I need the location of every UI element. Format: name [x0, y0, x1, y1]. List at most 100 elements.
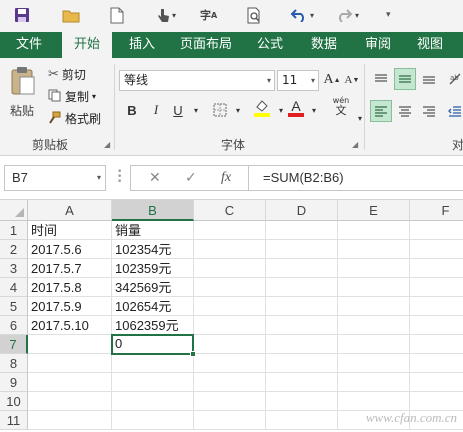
cell-c2[interactable] [194, 240, 266, 259]
cell-d2[interactable] [266, 240, 338, 259]
new-file-icon[interactable] [110, 4, 124, 26]
chevron-down-icon[interactable]: ▾ [186, 100, 206, 120]
cell-e3[interactable] [338, 259, 410, 278]
cell-a9[interactable] [28, 373, 112, 392]
bold-button[interactable]: B [122, 100, 142, 120]
cell-d5[interactable] [266, 297, 338, 316]
cell-b9[interactable] [112, 373, 194, 392]
cell-d8[interactable] [266, 354, 338, 373]
cell-d4[interactable] [266, 278, 338, 297]
column-header-c[interactable]: C [194, 200, 266, 221]
cell-c8[interactable] [194, 354, 266, 373]
spelling-icon[interactable]: 字A [200, 4, 217, 26]
tab-home[interactable]: 开始 [62, 32, 112, 58]
tab-page-layout[interactable]: 页面布局 [174, 32, 238, 58]
align-middle-icon[interactable] [394, 68, 416, 90]
insert-function-icon[interactable]: fx [221, 166, 231, 190]
cell-a4[interactable]: 2017.5.8 [28, 278, 112, 297]
column-header-d[interactable]: D [266, 200, 338, 221]
increase-font-icon[interactable]: A ▲ [322, 70, 342, 90]
cell-f5[interactable] [410, 297, 463, 316]
cell-c6[interactable] [194, 316, 266, 335]
column-header-b[interactable]: B [112, 200, 194, 221]
row-header-2[interactable]: 2 [0, 240, 28, 259]
cell-d7[interactable] [266, 335, 338, 354]
column-header-f[interactable]: F [410, 200, 463, 221]
cell-b4[interactable]: 342569元 [112, 278, 194, 297]
enter-icon[interactable]: ✓ [185, 166, 197, 190]
cell-e1[interactable] [338, 221, 410, 240]
name-box[interactable]: B7 ▾ [4, 165, 106, 191]
cell-c7[interactable] [194, 335, 266, 354]
chevron-down-icon[interactable]: ▾ [350, 108, 370, 128]
cell-f1[interactable] [410, 221, 463, 240]
align-center-icon[interactable] [394, 100, 416, 122]
cell-d9[interactable] [266, 373, 338, 392]
row-header-1[interactable]: 1 [0, 221, 28, 240]
cell-d10[interactable] [266, 392, 338, 411]
resize-handle[interactable]: • • • [117, 168, 122, 187]
cell-b1[interactable]: 销量 [112, 221, 194, 240]
cell-d11[interactable] [266, 411, 338, 430]
cell-b7[interactable]: 0 [111, 334, 194, 355]
cell-c1[interactable] [194, 221, 266, 240]
cell-e10[interactable] [338, 392, 410, 411]
cell-f7[interactable] [410, 335, 463, 354]
undo-icon[interactable]: ▾ [290, 4, 314, 26]
font-color-icon[interactable]: A [286, 98, 306, 118]
text-direction-icon[interactable]: ab [444, 68, 463, 90]
decrease-font-icon[interactable]: A ▼ [342, 70, 362, 90]
align-left-icon[interactable] [370, 100, 392, 122]
italic-button[interactable]: I [146, 100, 166, 120]
fill-handle[interactable] [190, 351, 196, 357]
cell-c5[interactable] [194, 297, 266, 316]
dialog-launcher-icon[interactable]: ◢ [352, 140, 358, 149]
align-right-icon[interactable] [418, 100, 440, 122]
cell-b8[interactable] [112, 354, 194, 373]
cell-e8[interactable] [338, 354, 410, 373]
cancel-icon[interactable]: ✕ [149, 166, 161, 190]
cell-a1[interactable]: 时间 [28, 221, 112, 240]
decrease-indent-icon[interactable] [444, 100, 463, 122]
copy-button[interactable]: 复制 ▾ [48, 88, 96, 105]
row-header-5[interactable]: 5 [0, 297, 28, 316]
column-header-a[interactable]: A [28, 200, 112, 221]
cell-a6[interactable]: 2017.5.10 [28, 316, 112, 335]
cell-a7[interactable] [28, 335, 112, 354]
cell-c11[interactable] [194, 411, 266, 430]
customize-icon[interactable]: ▾ [386, 4, 391, 26]
underline-button[interactable]: U [168, 100, 188, 120]
align-bottom-icon[interactable] [418, 68, 440, 90]
tab-formulas[interactable]: 公式 [248, 32, 292, 58]
font-size-select[interactable]: 11 ▾ [277, 70, 319, 91]
cell-f8[interactable] [410, 354, 463, 373]
row-header-3[interactable]: 3 [0, 259, 28, 278]
row-header-10[interactable]: 10 [0, 392, 28, 411]
font-name-select[interactable]: 等线 ▾ [119, 70, 275, 91]
cell-b5[interactable]: 102654元 [112, 297, 194, 316]
cell-f6[interactable] [410, 316, 463, 335]
dialog-launcher-icon[interactable]: ◢ [104, 140, 110, 149]
cell-c9[interactable] [194, 373, 266, 392]
cell-e6[interactable] [338, 316, 410, 335]
cell-e9[interactable] [338, 373, 410, 392]
cell-f9[interactable] [410, 373, 463, 392]
fill-color-icon[interactable] [252, 98, 272, 118]
formula-input[interactable]: =SUM(B2:B6) [248, 165, 463, 191]
cell-e2[interactable] [338, 240, 410, 259]
format-painter-button[interactable]: 格式刷 [48, 110, 101, 127]
cell-f10[interactable] [410, 392, 463, 411]
row-header-11[interactable]: 11 [0, 411, 28, 430]
cell-f2[interactable] [410, 240, 463, 259]
align-top-icon[interactable] [370, 68, 392, 90]
cell-f4[interactable] [410, 278, 463, 297]
cell-b6[interactable]: 1062359元 [112, 316, 194, 335]
row-header-4[interactable]: 4 [0, 278, 28, 297]
cell-b3[interactable]: 102359元 [112, 259, 194, 278]
save-icon[interactable] [14, 4, 30, 26]
select-all-button[interactable] [0, 200, 28, 221]
cell-b10[interactable] [112, 392, 194, 411]
cell-b2[interactable]: 102354元 [112, 240, 194, 259]
cell-c3[interactable] [194, 259, 266, 278]
cell-a8[interactable] [28, 354, 112, 373]
